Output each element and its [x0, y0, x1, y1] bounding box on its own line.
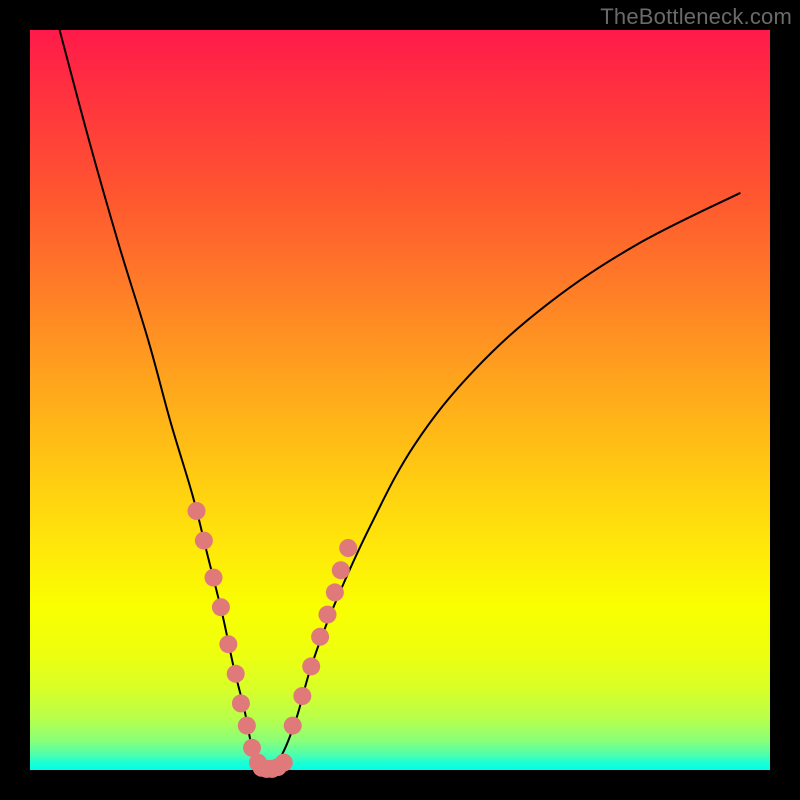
data-marker [293, 687, 311, 705]
data-marker [195, 532, 213, 550]
data-marker [318, 606, 336, 624]
plot-area [30, 30, 770, 770]
bottleneck-curve [60, 30, 741, 773]
marker-group [188, 502, 358, 778]
data-marker [212, 598, 230, 616]
data-marker [227, 665, 245, 683]
data-marker [188, 502, 206, 520]
data-marker [284, 717, 302, 735]
chart-container: TheBottleneck.com [0, 0, 800, 800]
data-marker [238, 717, 256, 735]
data-marker [339, 539, 357, 557]
curve-svg [30, 30, 770, 770]
data-marker [326, 583, 344, 601]
data-marker [275, 754, 293, 772]
data-marker [311, 628, 329, 646]
data-marker [332, 561, 350, 579]
data-marker [302, 657, 320, 675]
data-marker [205, 569, 223, 587]
data-marker [219, 635, 237, 653]
watermark-text: TheBottleneck.com [600, 4, 792, 30]
data-marker [232, 694, 250, 712]
